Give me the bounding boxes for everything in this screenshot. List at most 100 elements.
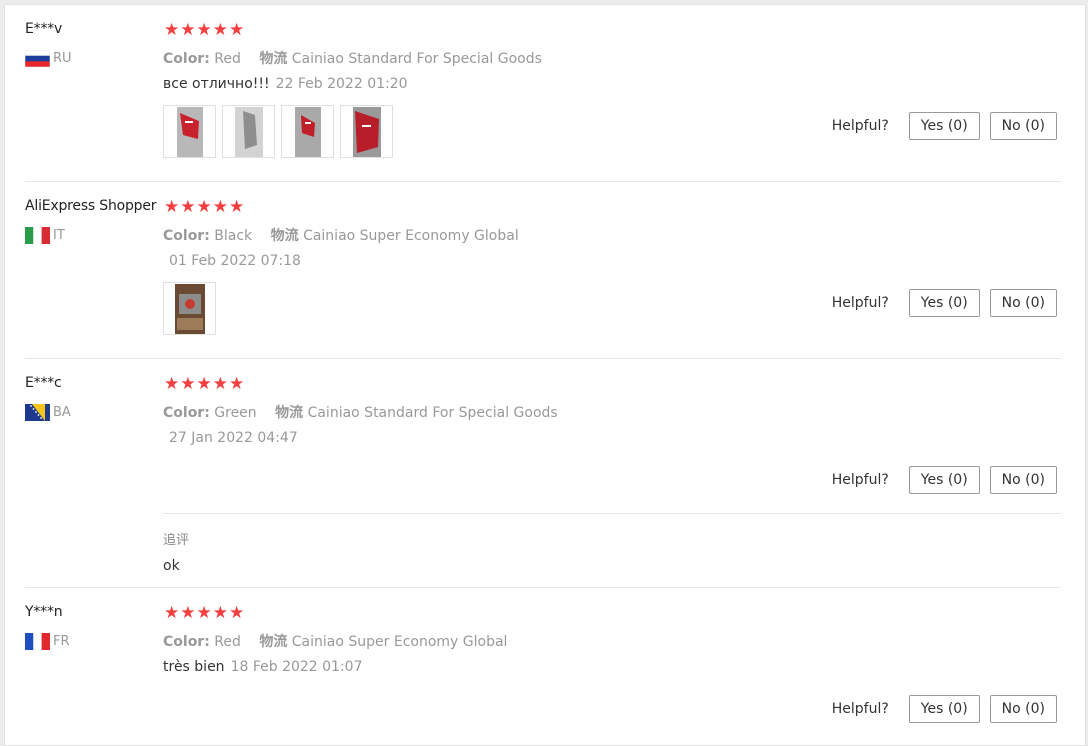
star-icon: ★: [180, 603, 196, 623]
helpful-yes-button[interactable]: Yes (0): [908, 695, 980, 723]
star-rating: ★ ★ ★ ★ ★: [164, 22, 244, 39]
review-photo-thumbnail[interactable]: [163, 105, 216, 158]
shipping-label: 物流: [259, 634, 288, 650]
helpful-label: Helpful?: [831, 701, 889, 717]
color-value: Red: [214, 634, 241, 650]
country-code: IT: [53, 228, 65, 243]
helpful-label: Helpful?: [831, 295, 889, 311]
review-photo-thumbnail[interactable]: [222, 105, 275, 158]
country-code: FR: [53, 634, 70, 649]
reviewer-name: AliExpress Shopper: [25, 198, 157, 214]
reviewer-country: IT: [25, 227, 65, 244]
reviewer-country: BA: [25, 404, 71, 421]
shipping-label: 物流: [270, 228, 299, 244]
reviews-panel: E***v RU ★ ★ ★ ★ ★ Color: Red 物流 Cainiao…: [4, 4, 1086, 746]
helpful-yes-button[interactable]: Yes (0): [908, 466, 980, 494]
italy-flag-icon: [25, 227, 50, 244]
shipping-value: Cainiao Super Economy Global: [303, 228, 519, 244]
helpful-no-button[interactable]: No (0): [989, 112, 1057, 140]
color-label: Color:: [163, 228, 210, 244]
reviewer-country: FR: [25, 633, 70, 650]
followup-divider: [163, 513, 1061, 514]
star-icon: ★: [196, 197, 212, 217]
review-content: très bien 18 Feb 2022 01:07: [163, 659, 363, 675]
order-info: Color: Green 物流 Cainiao Standard For Spe…: [163, 402, 558, 422]
color-value: Red: [214, 51, 241, 67]
followup-text: ok: [163, 558, 180, 574]
review-text: très bien: [163, 659, 225, 675]
star-icon: ★: [180, 20, 196, 40]
review-content: все отлично!!! 22 Feb 2022 01:20: [163, 76, 408, 92]
star-icon: ★: [164, 603, 180, 623]
review-date: 27 Jan 2022 04:47: [169, 430, 298, 446]
review-date: 01 Feb 2022 07:18: [169, 253, 301, 269]
shipping-value: Cainiao Standard For Special Goods: [307, 405, 558, 421]
review-item: E***v RU ★ ★ ★ ★ ★ Color: Red 物流 Cainiao…: [5, 5, 1085, 181]
helpful-voting: Helpful? Yes (0) No (0): [832, 466, 1057, 494]
color-value: Green: [214, 405, 257, 421]
color-label: Color:: [163, 634, 210, 650]
review-date: 18 Feb 2022 01:07: [230, 659, 363, 675]
bosnia-flag-icon: [25, 404, 50, 421]
order-info: Color: Red 物流 Cainiao Super Economy Glob…: [163, 631, 507, 651]
star-icon: ★: [164, 374, 180, 394]
shipping-value: Cainiao Super Economy Global: [291, 634, 508, 650]
star-icon: ★: [212, 374, 228, 394]
star-icon: ★: [164, 197, 180, 217]
helpful-voting: Helpful? Yes (0) No (0): [832, 695, 1057, 723]
review-content: 27 Jan 2022 04:47: [163, 430, 298, 446]
review-item: AliExpress Shopper IT ★ ★ ★ ★ ★ Color: B…: [25, 181, 1061, 358]
helpful-voting: Helpful? Yes (0) No (0): [832, 112, 1057, 140]
followup-title: 追评: [163, 533, 190, 548]
review-date: 22 Feb 2022 01:20: [275, 76, 408, 92]
country-code: BA: [53, 405, 71, 420]
star-icon: ★: [180, 197, 196, 217]
star-icon: ★: [229, 197, 245, 217]
helpful-no-button[interactable]: No (0): [989, 695, 1057, 723]
russia-flag-icon: [25, 50, 50, 67]
star-icon: ★: [229, 603, 245, 623]
helpful-no-button[interactable]: No (0): [989, 466, 1057, 494]
shipping-label: 物流: [259, 51, 288, 67]
star-icon: ★: [212, 603, 228, 623]
review-content: 01 Feb 2022 07:18: [163, 253, 301, 269]
reviewer-name: Y***n: [25, 604, 63, 620]
helpful-yes-button[interactable]: Yes (0): [908, 112, 980, 140]
country-code: RU: [53, 51, 72, 66]
reviewer-country: RU: [25, 50, 72, 67]
star-icon: ★: [180, 374, 196, 394]
order-info: Color: Red 物流 Cainiao Standard For Speci…: [163, 48, 542, 68]
shipping-label: 物流: [275, 405, 304, 421]
review-text: все отлично!!!: [163, 76, 270, 92]
star-rating: ★ ★ ★ ★ ★: [164, 376, 244, 393]
review-item: Y***n FR ★ ★ ★ ★ ★ Color: Red 物流 Cainiao…: [25, 587, 1061, 745]
color-label: Color:: [163, 51, 210, 67]
helpful-label: Helpful?: [831, 472, 889, 488]
helpful-no-button[interactable]: No (0): [989, 289, 1057, 317]
shipping-value: Cainiao Standard For Special Goods: [291, 51, 542, 67]
order-info: Color: Black 物流 Cainiao Super Economy Gl…: [163, 225, 519, 245]
color-label: Color:: [163, 405, 210, 421]
star-icon: ★: [212, 197, 228, 217]
star-icon: ★: [196, 20, 212, 40]
review-photo-thumbnail[interactable]: [340, 105, 393, 158]
review-photos: [163, 282, 216, 335]
review-item: E***c BA ★ ★ ★ ★ ★ Color: Green 物流 Caini…: [25, 358, 1061, 588]
reviewer-name: E***c: [25, 375, 62, 391]
review-photo-thumbnail[interactable]: [163, 282, 216, 335]
star-icon: ★: [212, 20, 228, 40]
star-icon: ★: [229, 374, 245, 394]
france-flag-icon: [25, 633, 50, 650]
reviewer-name: E***v: [25, 21, 63, 37]
star-icon: ★: [196, 374, 212, 394]
star-icon: ★: [164, 20, 180, 40]
helpful-yes-button[interactable]: Yes (0): [908, 289, 980, 317]
helpful-voting: Helpful? Yes (0) No (0): [832, 289, 1057, 317]
star-icon: ★: [229, 20, 245, 40]
review-photo-thumbnail[interactable]: [281, 105, 334, 158]
star-rating: ★ ★ ★ ★ ★: [164, 199, 244, 216]
review-photos: [163, 105, 393, 158]
helpful-label: Helpful?: [831, 118, 889, 134]
color-value: Black: [214, 228, 253, 244]
star-icon: ★: [196, 603, 212, 623]
